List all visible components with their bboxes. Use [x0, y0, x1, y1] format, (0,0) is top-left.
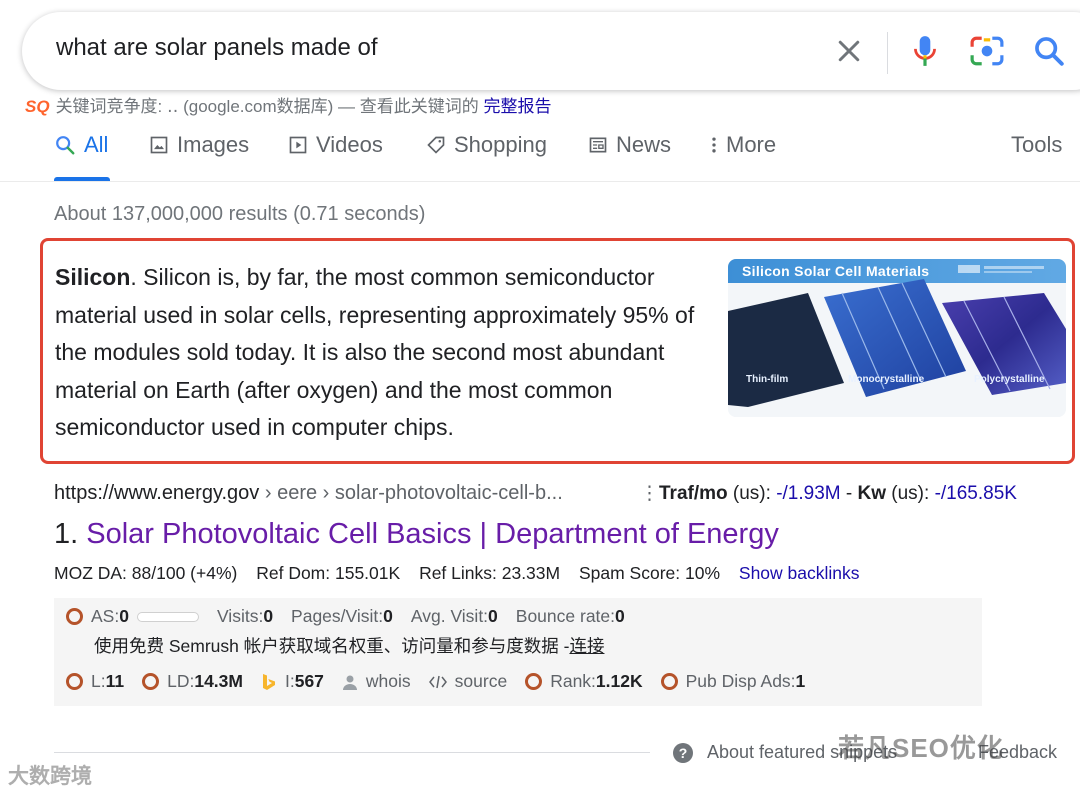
result-url-path: › eere › solar-photovoltaic-cell-b...: [259, 482, 563, 504]
semrush-panel: AS: 0 Visits: 0 Pages/Visit: 0 Avg. Visi…: [54, 598, 982, 706]
as-value: 0: [119, 606, 129, 626]
moz-stats: MOZ DA: 88/100 (+4%) Ref Dom: 155.01K Re…: [54, 563, 874, 584]
semrush-ring-icon: [525, 673, 543, 690]
result-url-host: https://www.energy.gov: [54, 482, 260, 504]
semrush-promo: 使用免费 Semrush 帐户获取域名权重、访问量和参与度数据 - 连接: [94, 633, 604, 658]
result-stats: About 137,000,000 results (0.71 seconds): [54, 203, 426, 225]
keywords-region: (us):: [886, 483, 935, 504]
links-stat[interactable]: L: 11: [66, 671, 124, 692]
tab-label: Images: [177, 132, 250, 157]
spam-score: Spam Score: 10%: [578, 563, 721, 583]
image-label-thin-film: Thin-film: [746, 374, 789, 385]
as-label: AS:: [91, 606, 120, 626]
search-tabs: All Images Videos Shopping News More Too…: [54, 130, 1064, 182]
result-rank: 1.: [54, 518, 79, 550]
snippet-text: Silicon. Silicon is, by far, the most co…: [55, 259, 715, 447]
traffic-value[interactable]: -/1.93M: [776, 483, 840, 504]
more-vert-icon[interactable]: ⋮: [640, 483, 659, 504]
mic-icon[interactable]: [912, 34, 938, 68]
semrush-connect-link[interactable]: 连接: [569, 633, 604, 658]
search-icon[interactable]: [1032, 34, 1066, 68]
watermark-left: 大数跨境: [8, 765, 92, 788]
tab-news[interactable]: News: [588, 132, 671, 158]
traffic-stats: ⋮Traf/mo (us): -/1.93M - Kw (us): -/165.…: [640, 483, 1017, 504]
bing-icon: [262, 673, 275, 690]
semrush-promo-text: 使用免费 Semrush 帐户获取域名权重、访问量和参与度数据 -: [94, 636, 570, 656]
tab-shopping[interactable]: Shopping: [426, 132, 547, 158]
featured-snippet: Silicon. Silicon is, by far, the most co…: [40, 238, 1075, 464]
traffic-label: Traf/mo: [659, 483, 728, 504]
tab-label: Shopping: [454, 132, 547, 157]
result-title: 1. Solar Photovoltaic Cell Basics | Depa…: [54, 518, 779, 551]
pub-disp-ads-stat[interactable]: Pub Disp Ads: 1: [660, 671, 805, 692]
bounce-rate: Bounce rate: 0: [515, 606, 625, 626]
search-input[interactable]: [56, 34, 756, 62]
image-icon: [150, 136, 168, 154]
authority-score-bar: [136, 611, 199, 622]
avg-visit: Avg. Visit: 0: [410, 606, 498, 626]
bing-index-stat[interactable]: I: 567: [261, 671, 324, 692]
pages-per-visit: Pages/Visit: 0: [291, 606, 393, 626]
rank-stat[interactable]: Rank: 1.12K: [525, 671, 643, 692]
tab-more[interactable]: More: [710, 132, 776, 158]
tab-images[interactable]: Images: [149, 132, 249, 158]
result-url[interactable]: https://www.energy.gov › eere › solar-ph…: [54, 482, 563, 505]
search-divider: [887, 32, 888, 74]
whois-link[interactable]: whois: [342, 671, 411, 692]
semrush-ring-icon: [66, 673, 83, 690]
person-icon: [342, 675, 357, 690]
semrush-ring-icon: [660, 673, 678, 690]
semrush-ring-icon: [142, 673, 160, 690]
camera-lens-icon[interactable]: [970, 36, 1004, 66]
ref-domains: Ref Dom: 155.01K: [256, 563, 401, 583]
more-vert-icon: [712, 137, 716, 153]
search-bar: [22, 12, 1080, 90]
clear-icon[interactable]: [834, 36, 864, 66]
image-label-monocrystalline: Monocrystalline: [848, 374, 925, 385]
visits: Visits: 0: [216, 606, 274, 626]
tab-videos[interactable]: Videos: [288, 132, 383, 158]
tab-label: News: [616, 132, 672, 157]
keyword-difficulty-text: 关键词竞争度: ‥ (google.com数据库) — 查看此关键词的: [55, 97, 479, 116]
tag-icon: [427, 136, 445, 154]
semrush-ring-icon: [66, 608, 83, 625]
snippet-bold-answer: Silicon: [55, 264, 131, 290]
image-label-polycrystalline: Polycrystalline: [974, 374, 1045, 385]
tab-label: Tools: [1011, 132, 1063, 157]
result-title-link[interactable]: Solar Photovoltaic Cell Basics | Departm…: [86, 518, 779, 550]
code-icon: [428, 675, 447, 688]
tab-label: All: [84, 132, 109, 157]
footer-divider: [54, 752, 650, 753]
keywords-label: Kw: [857, 483, 887, 504]
snippet-body: . Silicon is, by far, the most common se…: [55, 264, 695, 440]
play-icon: [289, 136, 307, 154]
semrush-row-1: AS: 0 Visits: 0 Pages/Visit: 0 Avg. Visi…: [66, 606, 643, 627]
show-backlinks-link[interactable]: Show backlinks: [739, 563, 860, 583]
tab-label: Videos: [316, 132, 383, 157]
semrush-badge-icon: SQ: [25, 97, 50, 116]
watermark-right: 若凡SEO优化: [838, 733, 1004, 763]
tab-label: More: [726, 132, 777, 157]
traffic-region: (us):: [727, 483, 777, 504]
newspaper-icon: [589, 137, 607, 153]
snippet-image[interactable]: Silicon Solar Cell Materials Thin-film M…: [728, 259, 1066, 417]
semrush-row-2: L: 11 LD: 14.3M I: 567 whois source Rank…: [66, 671, 823, 692]
keyword-difficulty-line: SQ 关键词竞争度: ‥ (google.com数据库) — 查看此关键词的 完整…: [25, 92, 551, 117]
tab-all[interactable]: All: [54, 132, 108, 158]
solar-cell-illustration: [728, 259, 1066, 417]
tabs-divider: [0, 181, 1080, 182]
full-report-link[interactable]: 完整报告: [483, 97, 551, 116]
ref-links: Ref Links: 23.33M: [419, 563, 561, 583]
moz-da: MOZ DA: 88/100 (+4%): [54, 563, 238, 583]
search-icon: [56, 136, 75, 155]
tab-tools[interactable]: Tools: [1011, 132, 1062, 158]
snippet-image-title: Silicon Solar Cell Materials: [742, 263, 930, 279]
keywords-value[interactable]: -/165.85K: [935, 483, 1017, 504]
help-icon[interactable]: ?: [673, 743, 693, 763]
linking-domains-stat[interactable]: LD: 14.3M: [142, 671, 243, 692]
source-link[interactable]: source: [428, 671, 507, 692]
